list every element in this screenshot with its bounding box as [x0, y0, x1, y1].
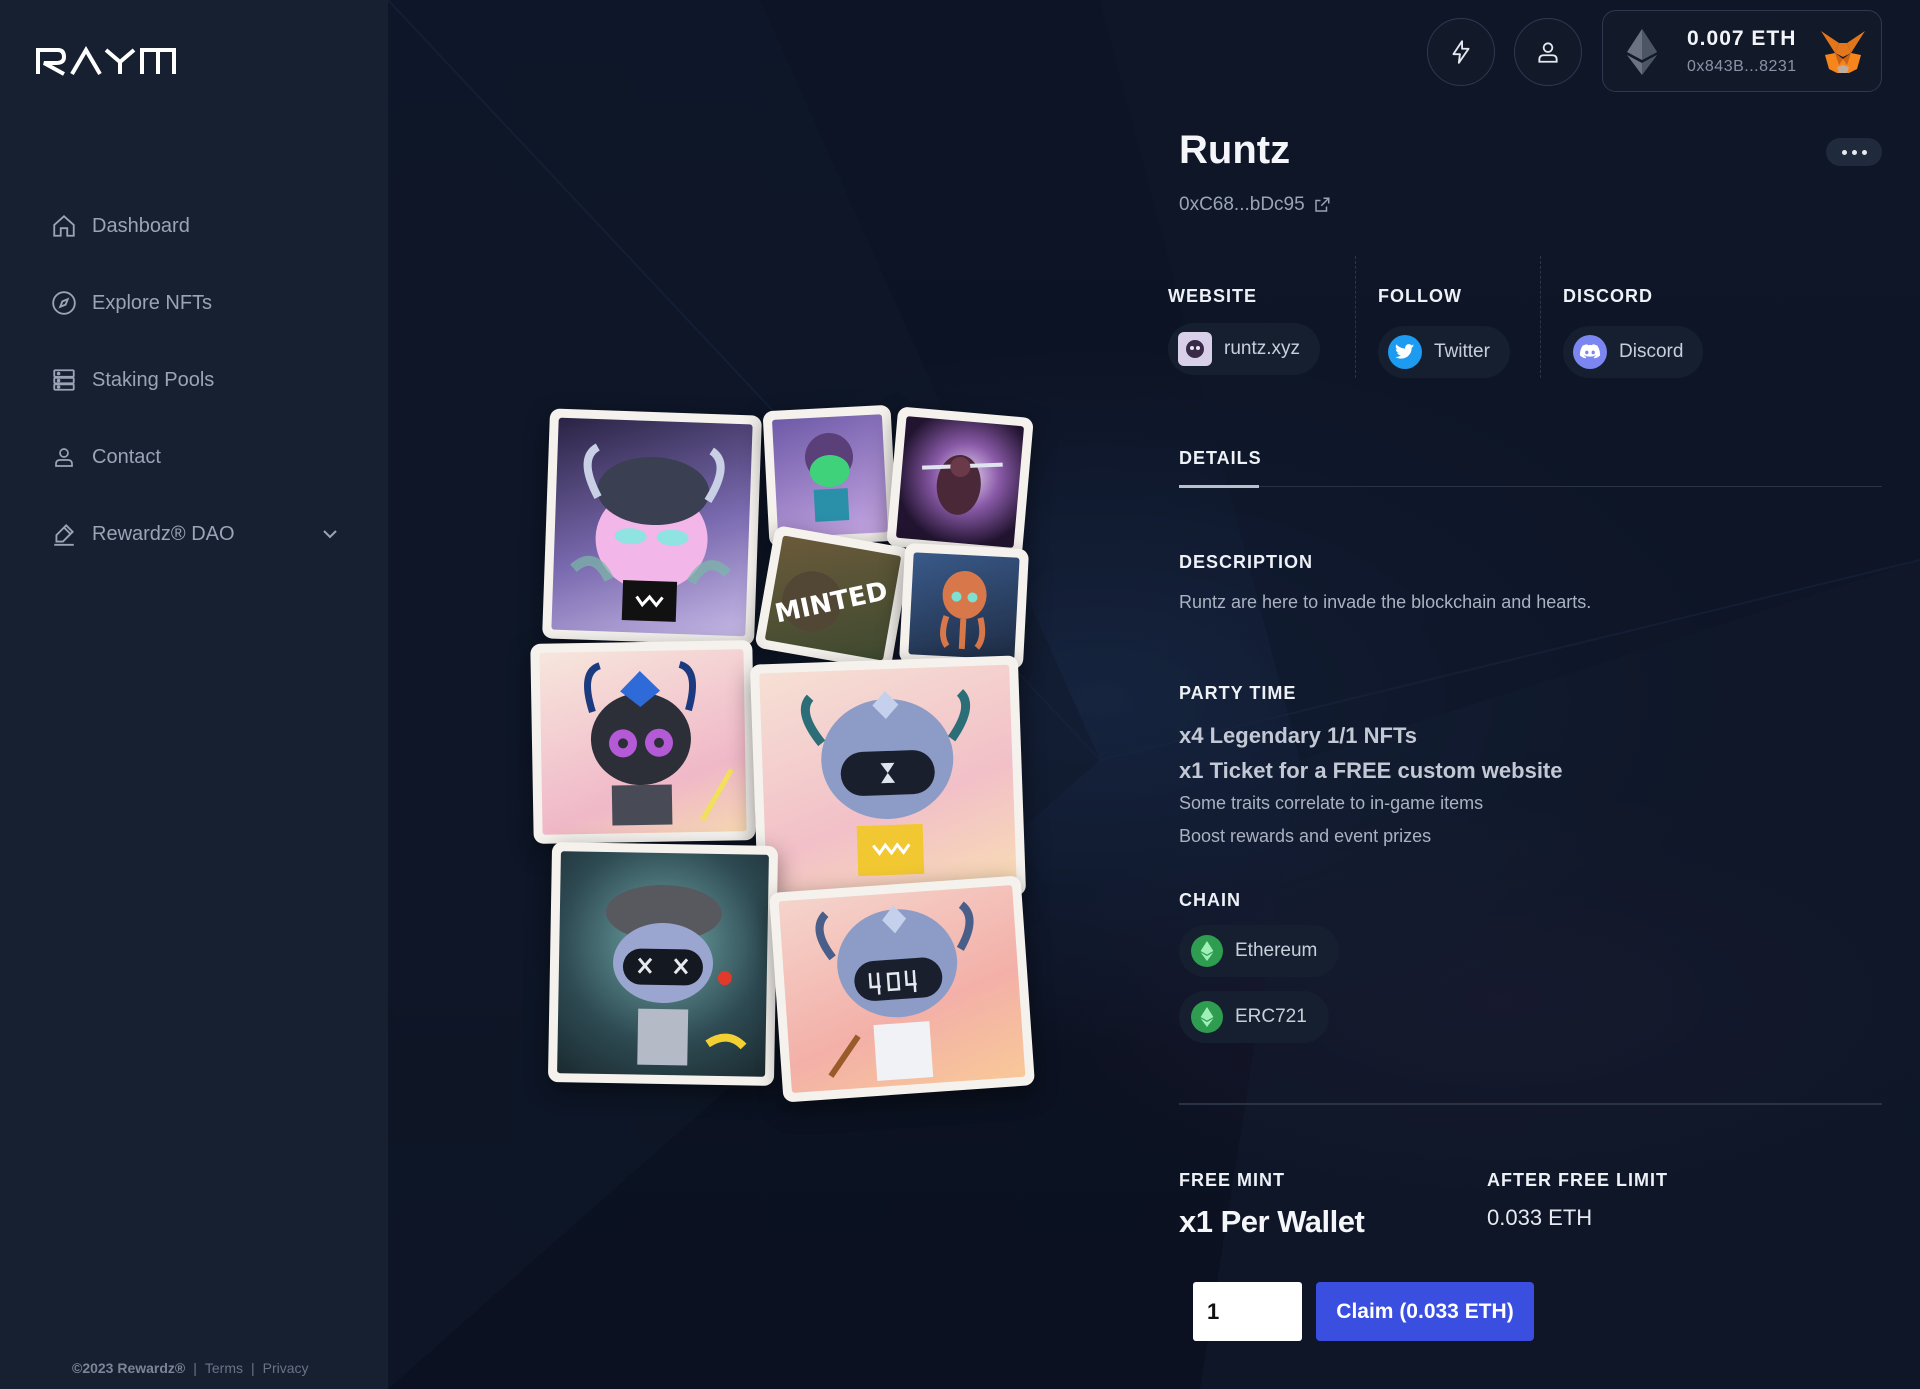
nft-card[interactable]: MINTED — [754, 524, 912, 672]
contract-address: 0xC68...bDc95 — [1179, 194, 1305, 215]
twitter-icon — [1388, 335, 1422, 369]
wallet-card[interactable]: 0.007 ETH 0x843B...8231 — [1602, 10, 1882, 92]
tab-divider — [1179, 486, 1882, 487]
dot — [1841, 149, 1847, 155]
divider — [1355, 256, 1356, 378]
discord-link[interactable]: Discord — [1563, 326, 1704, 378]
party-line: Boost rewards and event prizes — [1179, 826, 1432, 846]
twitter-value: Twitter — [1434, 341, 1490, 362]
chain-badge: Ethereum — [1179, 925, 1340, 977]
sidebar-item-label: Explore NFTs — [92, 291, 213, 314]
sidebar: Dashboard Explore NFTs Staking Pools Con… — [0, 0, 388, 1389]
divider — [1540, 256, 1541, 378]
quantity-input[interactable] — [1193, 1282, 1302, 1341]
claim-button[interactable]: Claim (0.033 ETH) — [1316, 1282, 1534, 1341]
sidebar-footer: ©2023 Rewardz® | Terms | Privacy — [72, 1360, 309, 1376]
sidebar-item-label: Dashboard — [92, 214, 190, 237]
twitter-link[interactable]: Twitter — [1378, 326, 1510, 378]
nft-image — [908, 552, 1020, 660]
section-divider — [1179, 1103, 1882, 1105]
party-line: x4 Legendary 1/1 NFTs — [1179, 723, 1418, 748]
chevron-down-icon[interactable] — [318, 522, 342, 546]
user-icon — [50, 443, 78, 471]
after-free-limit-label: AFTER FREE LIMIT — [1487, 1170, 1668, 1190]
metamask-fox-icon — [1821, 31, 1865, 73]
website-link[interactable]: runtz.xyz — [1168, 323, 1321, 375]
nft-image — [771, 414, 889, 538]
nft-collage: MINTED — [530, 398, 1050, 1118]
dot — [1861, 149, 1867, 155]
signature-icon — [50, 520, 78, 548]
external-link-icon — [1314, 197, 1330, 212]
logo-wordmark — [36, 46, 176, 76]
nft-image — [551, 417, 753, 637]
nft-image — [759, 664, 1017, 896]
after-free-limit-value: 0.033 ETH — [1487, 1205, 1593, 1230]
tab-active-indicator — [1179, 485, 1259, 488]
party-line: x1 Ticket for a FREE custom website — [1179, 758, 1563, 783]
nft-image — [778, 885, 1026, 1093]
contract-link[interactable]: 0xC68...bDc95 — [1179, 194, 1331, 216]
nft-image — [539, 649, 747, 835]
sidebar-item-contact[interactable]: Contact — [50, 437, 161, 477]
sidebar-item-label: Staking Pools — [92, 368, 215, 391]
footer-separator: | — [251, 1360, 255, 1376]
nft-card[interactable] — [530, 640, 756, 844]
sidebar-item-dashboard[interactable]: Dashboard — [50, 206, 190, 246]
nft-card[interactable] — [547, 842, 779, 1086]
rayn-logo[interactable] — [36, 46, 180, 81]
nft-image — [557, 851, 769, 1077]
terms-link[interactable]: Terms — [205, 1360, 243, 1376]
home-icon — [50, 212, 78, 240]
dot — [1851, 149, 1857, 155]
profile-button[interactable] — [1514, 18, 1582, 86]
party-time-label: PARTY TIME — [1179, 683, 1297, 703]
nft-card[interactable] — [898, 542, 1030, 670]
website-label: WEBSITE — [1168, 286, 1258, 306]
chain-value: Ethereum — [1235, 940, 1318, 961]
chain-label: CHAIN — [1179, 890, 1241, 910]
wallet-balance: 0.007 ETH — [1687, 27, 1797, 50]
server-icon — [50, 366, 78, 394]
party-line: Some traits correlate to in-game items — [1179, 793, 1484, 813]
sidebar-item-staking-pools[interactable]: Staking Pools — [50, 360, 214, 400]
standard-value: ERC721 — [1235, 1006, 1307, 1027]
footer-separator: | — [193, 1360, 197, 1376]
tab-details[interactable]: DETAILS — [1179, 448, 1262, 469]
ethereum-icon — [1191, 935, 1223, 967]
sidebar-item-label: Contact — [92, 445, 161, 468]
ethereum-icon — [1191, 1001, 1223, 1033]
description-label: DESCRIPTION — [1179, 552, 1314, 572]
nft-card[interactable] — [768, 875, 1036, 1103]
privacy-link[interactable]: Privacy — [263, 1360, 309, 1376]
discord-value: Discord — [1619, 341, 1684, 362]
compass-icon — [50, 289, 78, 317]
ethereum-icon — [1627, 29, 1657, 75]
sidebar-item-rewardz-dao[interactable]: Rewardz® DAO — [50, 514, 235, 554]
standard-badge: ERC721 — [1179, 991, 1329, 1043]
lightning-icon — [1452, 40, 1470, 64]
user-icon — [1538, 42, 1558, 63]
activity-button[interactable] — [1427, 18, 1495, 86]
website-avatar-icon — [1178, 332, 1212, 366]
collection-title: Runtz — [1179, 128, 1291, 172]
copyright-text: ©2023 Rewardz® — [72, 1360, 186, 1376]
website-value: runtz.xyz — [1224, 338, 1301, 359]
discord-label: DISCORD — [1563, 286, 1654, 306]
nft-image: MINTED — [764, 535, 902, 661]
sidebar-item-label: Rewardz® DAO — [92, 522, 235, 545]
free-mint-value: x1 Per Wallet — [1179, 1204, 1365, 1239]
sidebar-item-explore-nfts[interactable]: Explore NFTs — [50, 283, 212, 323]
nft-image — [895, 416, 1025, 548]
discord-icon — [1573, 335, 1607, 369]
wallet-address: 0x843B...8231 — [1687, 58, 1797, 75]
nft-card[interactable] — [749, 655, 1027, 905]
free-mint-label: FREE MINT — [1179, 1170, 1285, 1190]
more-options-button[interactable] — [1826, 138, 1882, 166]
nft-card[interactable] — [542, 408, 762, 646]
description-text: Runtz are here to invade the blockchain … — [1179, 592, 1592, 612]
follow-label: FOLLOW — [1378, 286, 1462, 306]
nft-card[interactable] — [886, 406, 1034, 558]
